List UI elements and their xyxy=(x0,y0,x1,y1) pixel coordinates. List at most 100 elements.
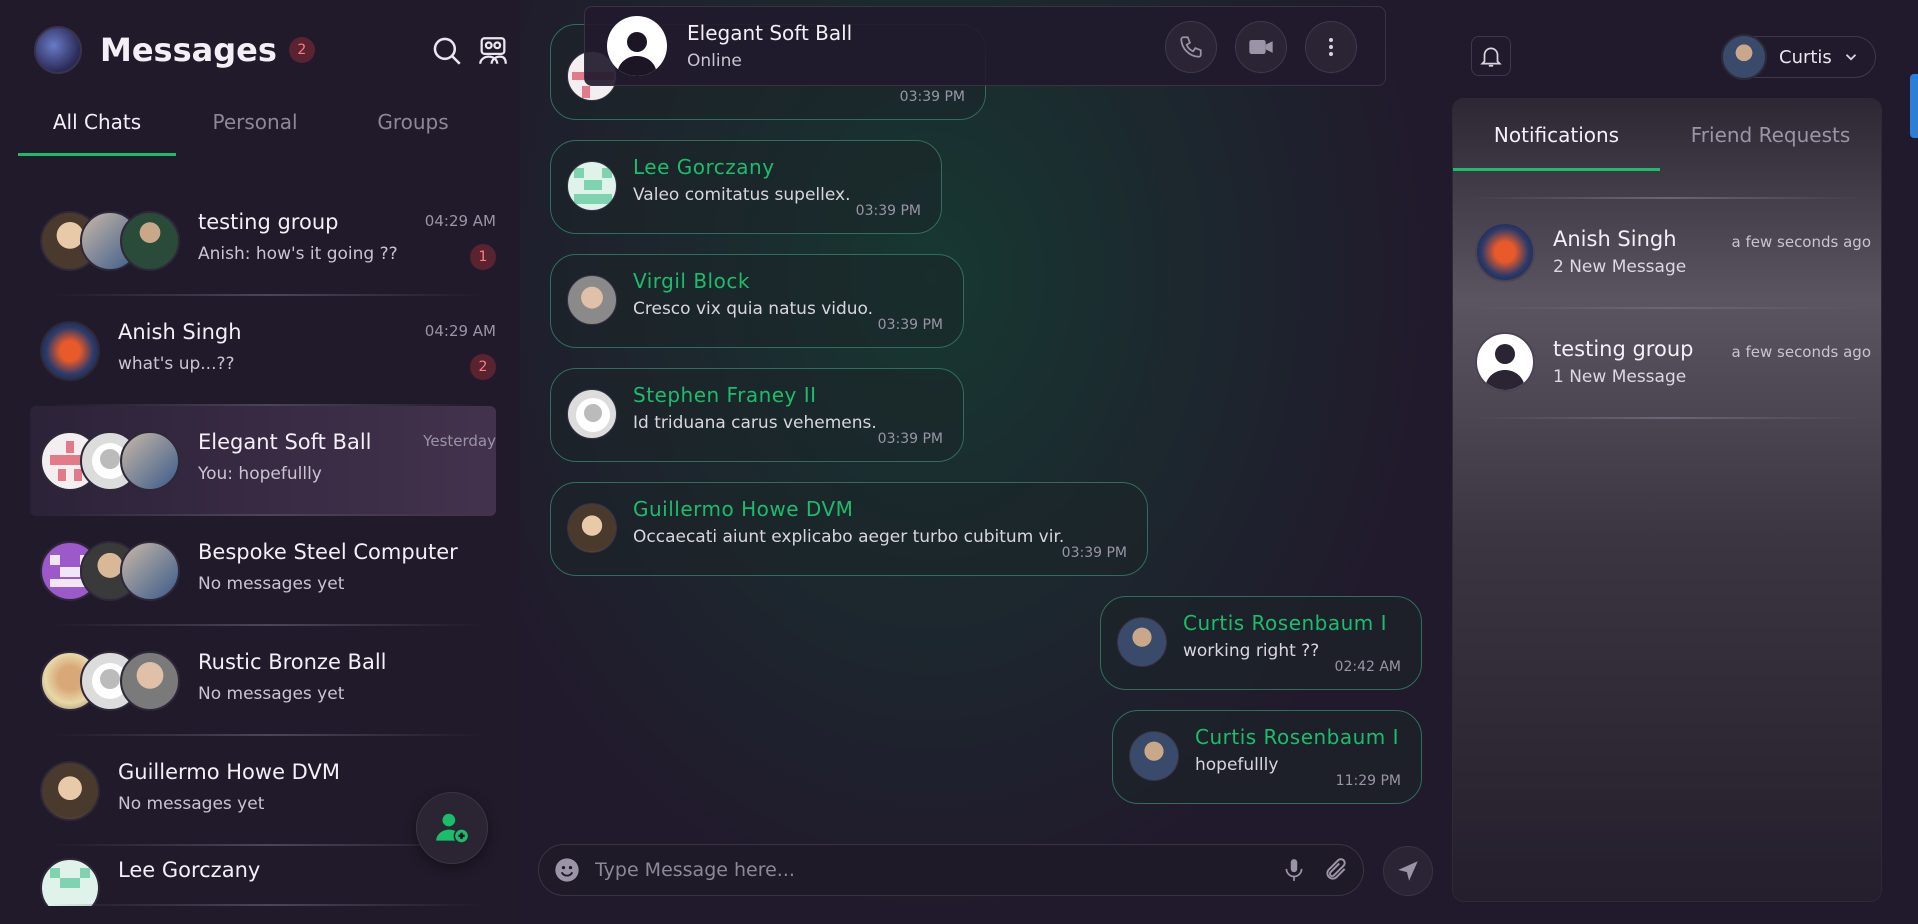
avatar xyxy=(40,321,100,381)
chat-header: Elegant Soft Ball Online xyxy=(584,6,1386,86)
chat-item-rustic-bronze-ball[interactable]: Rustic Bronze Ball No messages yet xyxy=(30,626,496,736)
scrollbar-handle[interactable] xyxy=(1910,74,1918,138)
chat-preview: No messages yet xyxy=(198,684,345,704)
mic-icon[interactable] xyxy=(1281,857,1307,883)
notification-sender: testing group xyxy=(1553,337,1694,361)
notifications-button[interactable] xyxy=(1471,36,1511,76)
avatar xyxy=(1721,34,1767,80)
send-button[interactable] xyxy=(1383,846,1433,896)
message-sender: Virgil Block xyxy=(633,269,750,293)
message-time: 02:42 AM xyxy=(1334,659,1401,675)
notification-time: a few seconds ago xyxy=(1731,233,1871,251)
chat-item-elegant-soft-ball[interactable]: Elegant Soft Ball You: hopefullly Yester… xyxy=(30,406,496,516)
app-logo xyxy=(34,26,82,74)
chat-preview: You: hopefullly xyxy=(198,464,322,484)
phone-icon xyxy=(1178,34,1204,60)
chat-item-lee-gorczany[interactable]: Lee Gorczany xyxy=(30,846,496,906)
avatar xyxy=(1475,222,1535,282)
chat-list: testing group Anish: how's it going ?? 0… xyxy=(30,186,496,906)
message-text: working right ?? xyxy=(1183,641,1320,661)
tab-notifications[interactable]: Notifications xyxy=(1453,99,1661,171)
user-name: Curtis xyxy=(1779,46,1832,68)
message-text: Valeo comitatus supellex. xyxy=(633,185,851,205)
attach-icon[interactable] xyxy=(1323,857,1349,883)
notification-message: 1 New Message xyxy=(1553,367,1687,387)
emoji-icon[interactable] xyxy=(553,856,581,884)
chat-preview: what's up...?? xyxy=(118,354,235,374)
tab-all-chats[interactable]: All Chats xyxy=(18,96,176,156)
tab-groups[interactable]: Groups xyxy=(334,96,492,156)
message-time: 03:39 PM xyxy=(877,431,943,447)
chat-name: Rustic Bronze Ball xyxy=(198,650,387,674)
notification-text: Anish Singh 2 New Message xyxy=(1553,227,1686,277)
chat-item-anish-singh[interactable]: Anish Singh what's up...?? 04:29 AM 2 xyxy=(30,296,496,406)
unread-badge: 2 xyxy=(288,37,315,63)
user-menu[interactable]: Curtis xyxy=(1721,34,1876,80)
tab-friend-requests[interactable]: Friend Requests xyxy=(1660,99,1881,171)
page-title: Messages xyxy=(100,31,277,69)
notification-tabs: Notifications Friend Requests xyxy=(1453,99,1881,171)
video-call-button[interactable] xyxy=(1235,21,1287,73)
avatar xyxy=(120,651,180,711)
avatar xyxy=(567,503,617,553)
avatar xyxy=(1475,332,1535,392)
chat-preview: Anish: how's it going ?? xyxy=(198,244,398,264)
message-time: 03:39 PM xyxy=(1061,545,1127,561)
message-text: Occaecati aiunt explicabo aeger turbo cu… xyxy=(633,527,1065,547)
chat-text: Rustic Bronze Ball No messages yet xyxy=(198,650,496,704)
sidebar-header: Messages 2 xyxy=(34,26,510,74)
avatar xyxy=(120,541,180,601)
contact-info: Elegant Soft Ball Online xyxy=(687,21,852,71)
message-bubble-own: Curtis Rosenbaum I working right ?? 02:4… xyxy=(1100,596,1422,690)
message-sender: Guillermo Howe DVM xyxy=(633,497,854,521)
video-icon xyxy=(1247,33,1275,61)
tab-personal[interactable]: Personal xyxy=(176,96,334,156)
chat-time: Yesterday xyxy=(423,432,496,450)
contact-status: Online xyxy=(687,51,742,71)
chat-name: Bespoke Steel Computer xyxy=(198,540,458,564)
notification-time: a few seconds ago xyxy=(1731,343,1871,361)
right-panel: Curtis Notifications Friend Requests Ani… xyxy=(1435,0,1918,924)
add-contact-button[interactable] xyxy=(416,792,488,864)
message-time: 03:39 PM xyxy=(877,317,943,333)
more-vertical-icon xyxy=(1319,35,1343,59)
unread-badge: 1 xyxy=(470,244,496,270)
message-bubble: Stephen Franey II Id triduana carus vehe… xyxy=(550,368,964,462)
bell-icon xyxy=(1478,43,1504,69)
message-text: hopefullly xyxy=(1195,755,1279,775)
notifications-panel: Notifications Friend Requests Anish Sing… xyxy=(1452,98,1882,902)
avatar xyxy=(120,211,180,271)
more-options-button[interactable] xyxy=(1305,21,1357,73)
unread-badge: 2 xyxy=(470,354,496,380)
avatar xyxy=(40,858,100,906)
contact-avatar[interactable] xyxy=(607,16,667,76)
voice-call-button[interactable] xyxy=(1165,21,1217,73)
message-bubble: Lee Gorczany Valeo comitatus supellex. 0… xyxy=(550,140,942,234)
notification-message: 2 New Message xyxy=(1553,257,1687,277)
add-contact-icon xyxy=(433,809,471,847)
send-icon xyxy=(1395,858,1421,884)
chat-item-bespoke-steel-computer[interactable]: Bespoke Steel Computer No messages yet xyxy=(30,516,496,626)
message-composer xyxy=(538,844,1364,896)
contact-name: Elegant Soft Ball xyxy=(687,21,853,45)
notification-item[interactable]: Anish Singh 2 New Message a few seconds … xyxy=(1453,197,1881,307)
message-text: Id triduana carus vehemens. xyxy=(633,413,877,433)
chevron-down-icon xyxy=(1842,48,1860,66)
message-sender: Stephen Franey II xyxy=(633,383,817,407)
chat-time: 04:29 AM xyxy=(424,212,496,230)
notification-item[interactable]: testing group 1 New Message a few second… xyxy=(1453,307,1881,417)
avatar xyxy=(1129,731,1179,781)
message-sender: Lee Gorczany xyxy=(633,155,775,179)
chat-tabs: All Chats Personal Groups xyxy=(18,96,492,156)
notification-text: testing group 1 New Message xyxy=(1553,337,1693,387)
notification-sender: Anish Singh xyxy=(1553,227,1677,251)
message-sender: Curtis Rosenbaum I xyxy=(1195,725,1400,749)
message-input[interactable] xyxy=(595,859,1275,881)
search-icon[interactable] xyxy=(430,34,464,68)
sidebar: Messages 2 All Chats Personal Groups tes… xyxy=(0,0,520,924)
message-text: Cresco vix quia natus viduo. xyxy=(633,299,874,319)
chat-item-testing-group[interactable]: testing group Anish: how's it going ?? 0… xyxy=(30,186,496,296)
avatar xyxy=(1117,617,1167,667)
avatar xyxy=(120,431,180,491)
contacts-icon[interactable] xyxy=(476,34,510,68)
